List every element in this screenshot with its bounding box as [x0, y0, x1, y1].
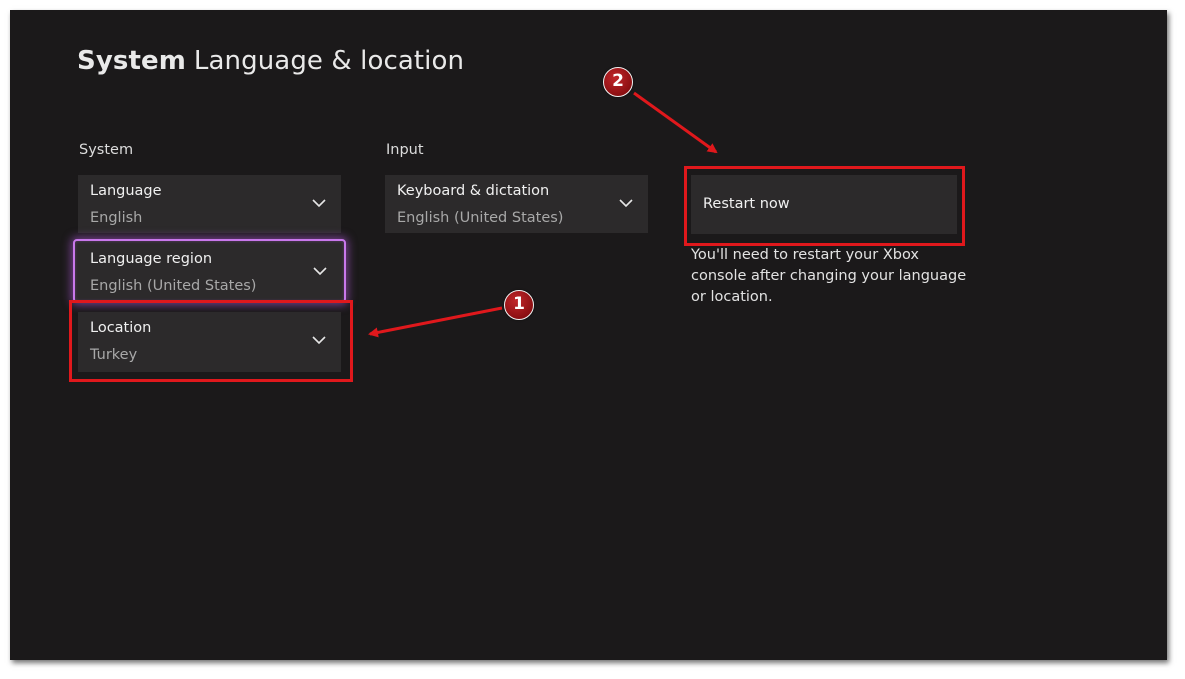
restart-note: You'll need to restart your Xbox console…	[691, 247, 967, 305]
language-region-tile-value: English (United States)	[90, 278, 257, 294]
xbox-settings-screen: System Language & location System Languag…	[10, 10, 1167, 660]
arrow-to-restart	[633, 91, 718, 154]
input-section-label: Input	[386, 142, 424, 158]
keyboard-dictation-tile-label: Keyboard & dictation	[397, 183, 550, 199]
breadcrumb-section: System	[77, 46, 186, 76]
keyboard-dictation-tile-value: English (United States)	[397, 210, 564, 226]
chevron-down-icon	[313, 267, 327, 276]
arrow-to-location	[368, 306, 503, 338]
language-region-tile[interactable]: Language region English (United States)	[73, 239, 346, 303]
annotation-badge-2: 2	[603, 67, 633, 97]
location-highlight-box	[69, 300, 353, 382]
language-tile-label: Language	[90, 183, 162, 199]
breadcrumb-page: Language & location	[193, 46, 465, 76]
chevron-down-icon	[619, 199, 633, 208]
language-tile-value: English	[90, 210, 143, 226]
page-title: System Language & location	[77, 46, 464, 76]
annotation-badge-1: 1	[504, 290, 534, 320]
system-section-label: System	[79, 142, 134, 158]
language-tile[interactable]: Language English	[78, 175, 341, 233]
language-region-tile-label: Language region	[90, 251, 213, 267]
restart-highlight-box	[684, 166, 965, 246]
chevron-down-icon	[312, 199, 326, 208]
keyboard-dictation-tile[interactable]: Keyboard & dictation English (United Sta…	[385, 175, 648, 233]
